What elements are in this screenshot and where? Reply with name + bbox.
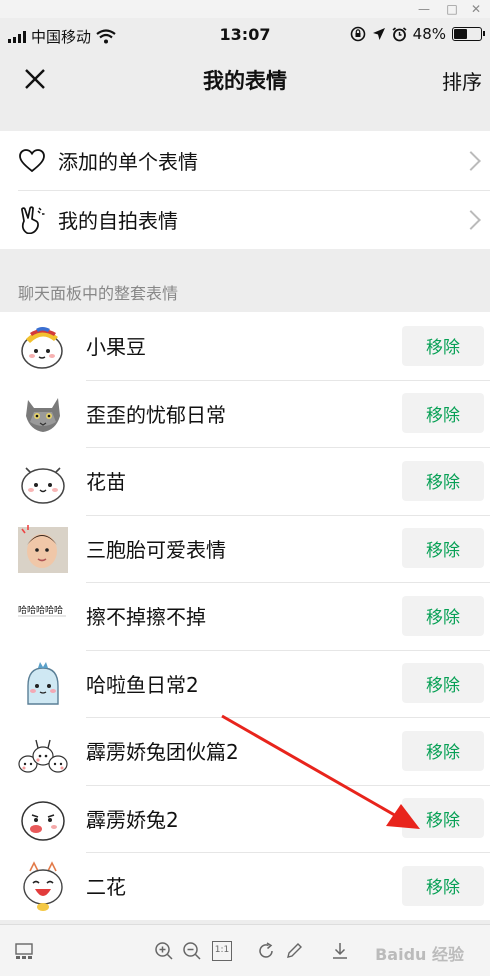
maximize-icon[interactable]: □ [442,1,462,17]
heart-icon [18,147,46,175]
chevron-right-icon [461,150,481,171]
remove-button[interactable]: 移除 [402,528,484,569]
my-stickers-menu: 添加的单个表情 我的自拍表情 [0,131,490,249]
remove-button[interactable]: 移除 [402,798,484,839]
single-stickers-label: 添加的单个表情 [58,150,198,174]
thumbnail-view-icon[interactable] [14,941,34,961]
alarm-icon [392,26,407,41]
sticker-name: 花苗 [86,470,126,495]
sticker-name: 三胞胎可爱表情 [86,537,226,562]
page-title: 我的表情 [203,69,287,93]
viewer-toolbar: 1:1 Baidu 经验 [0,924,490,976]
battery-icon [452,27,485,41]
sticker-name: 霹雳娇兔2 [86,807,179,832]
minimize-icon[interactable]: — [414,1,434,17]
chevron-right-icon [461,209,481,230]
list-item: 二花 移除 [0,852,490,920]
rotation-lock-icon [350,26,365,42]
zoom-in-icon[interactable] [154,941,174,961]
sticker-thumbnail-text: 哈哈哈哈哈 [18,604,66,617]
section-header: 聊天面板中的整套表情 [18,284,179,303]
remove-button[interactable]: 移除 [402,595,484,636]
list-item: 花苗 移除 [0,447,490,515]
sticker-thumbnail-fish [27,662,59,705]
rotate-icon[interactable] [256,941,276,961]
sticker-name: 歪歪的忧郁日常 [86,402,226,427]
selfie-stickers-item[interactable]: 我的自拍表情 [0,190,490,249]
sticker-name: 擦不掉擦不掉 [86,605,206,630]
sort-button[interactable]: 排序 [442,66,482,95]
list-item: 哈哈哈哈哈 擦不掉擦不掉 移除 [0,582,490,650]
viewer-window-chrome: — □ ✕ [0,0,490,18]
sticker-name: 小果豆 [86,335,146,360]
edit-pen-icon[interactable] [284,941,304,961]
zoom-out-icon[interactable] [182,941,202,961]
remove-button[interactable]: 移除 [402,325,484,366]
remove-button[interactable]: 移除 [402,730,484,771]
download-icon[interactable] [330,941,350,961]
list-item: 哈啦鱼日常2 移除 [0,649,490,718]
remove-button[interactable]: 移除 [402,393,484,434]
list-item: 歪歪的忧郁日常 移除 [0,379,490,448]
watermark: Baidu 经验 [375,945,464,964]
list-item: 小果豆 移除 [0,312,490,380]
sticker-thumbnail-cat [26,398,60,433]
sticker-thumbnail-caption: 哈哈哈哈哈 [18,604,63,616]
window-close-icon[interactable]: ✕ [466,1,486,17]
selfie-hand-icon [18,205,46,234]
list-item: 三胞胎可爱表情 移除 [0,514,490,583]
battery-percent: 48% [412,25,446,43]
remove-button[interactable]: 移除 [402,865,484,906]
list-item: 霹雳娇兔团伙篇2 移除 [0,717,490,785]
sticker-thumbnail-huamiao [21,467,65,504]
sticker-thumbnail-bunny-group [18,739,68,773]
remove-button[interactable]: 移除 [402,460,484,501]
sticker-thumbnail-bunny [21,801,65,841]
location-icon [372,28,385,40]
remove-button[interactable]: 移除 [402,663,484,704]
sticker-name: 哈啦鱼日常2 [86,672,199,697]
sticker-name: 二花 [86,875,126,900]
sticker-name: 霹雳娇兔团伙篇2 [86,740,239,765]
sticker-thumbnail-xiaoguodou [21,326,63,369]
list-item: 霹雳娇兔2 移除 [0,784,490,853]
sticker-thumbnail-erhua [23,860,63,911]
selfie-stickers-label: 我的自拍表情 [58,209,178,233]
status-bar: 中国移动 13:07 48% [0,18,490,54]
actual-size-button[interactable]: 1:1 [212,941,232,961]
single-stickers-item[interactable]: 添加的单个表情 [0,131,490,190]
nav-bar: 我的表情 排序 [0,54,490,104]
sticker-pack-list: 小果豆 移除 歪歪的忧郁日常 移除 花苗 移除 三胞胎可爱表情 移除 哈哈哈哈哈… [0,312,490,920]
sticker-thumbnail-baby [18,525,68,574]
